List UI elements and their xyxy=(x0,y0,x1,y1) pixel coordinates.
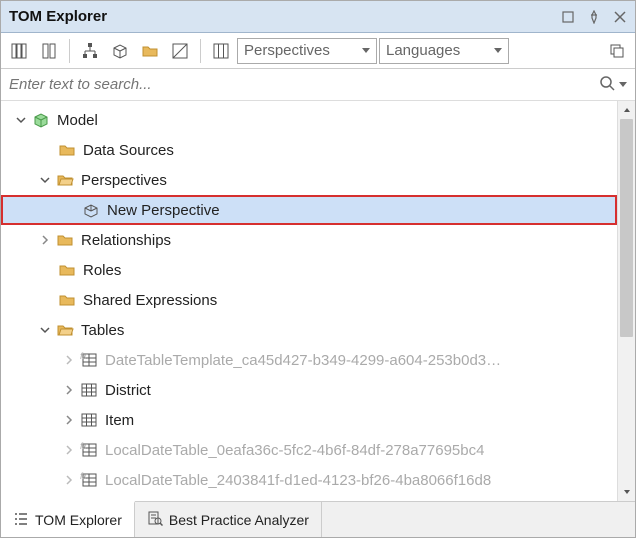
tree-label: District xyxy=(105,382,151,399)
search-bar xyxy=(1,69,635,101)
expander-icon[interactable] xyxy=(61,442,77,458)
tree-label: Data Sources xyxy=(83,142,174,159)
folder-icon xyxy=(57,290,77,310)
tree-node-table[interactable]: fx DateTableTemplate_ca45d427-b349-4299-… xyxy=(1,345,617,375)
tree-node-tables[interactable]: Tables xyxy=(1,315,617,345)
tree-node-data-sources[interactable]: Data Sources xyxy=(1,135,617,165)
chevron-down-icon[interactable] xyxy=(619,82,627,87)
toolbar-hierarchy-icon[interactable] xyxy=(76,37,104,65)
toolbar-info-icon[interactable] xyxy=(207,37,235,65)
search-input[interactable] xyxy=(9,76,599,93)
tree-label: Model xyxy=(57,112,98,129)
folder-icon xyxy=(57,140,77,160)
svg-text:fx: fx xyxy=(80,471,88,481)
scroll-down-icon[interactable] xyxy=(618,483,635,501)
chevron-down-icon xyxy=(494,48,502,53)
table-icon xyxy=(79,500,99,501)
window-close-icon[interactable] xyxy=(613,10,627,24)
toolbar-separator xyxy=(69,39,70,63)
scroll-track[interactable] xyxy=(618,119,635,483)
toolbar-hidden-icon[interactable] xyxy=(166,37,194,65)
tab-label: TOM Explorer xyxy=(35,512,122,528)
tree-node-table[interactable]: Item xyxy=(1,405,617,435)
window-float-icon[interactable] xyxy=(561,10,575,24)
analyzer-icon xyxy=(147,510,163,529)
svg-text:fx: fx xyxy=(80,351,88,361)
perspective-icon xyxy=(81,200,101,220)
calculated-table-icon: fx xyxy=(79,440,99,460)
folder-open-icon xyxy=(55,170,75,190)
tab-label: Best Practice Analyzer xyxy=(169,512,309,528)
tree-node-new-perspective[interactable]: New Perspective xyxy=(1,195,617,225)
toolbar: Perspectives Languages xyxy=(1,33,635,69)
title-bar: TOM Explorer xyxy=(1,1,635,33)
model-icon xyxy=(31,110,51,130)
expander-icon[interactable] xyxy=(61,472,77,488)
expander-icon[interactable] xyxy=(61,352,77,368)
window-title: TOM Explorer xyxy=(9,8,561,25)
tree-node-table[interactable]: fx LocalDateTable_2403841f-d1ed-4123-bf2… xyxy=(1,465,617,495)
languages-dropdown-label: Languages xyxy=(386,42,488,59)
svg-text:fx: fx xyxy=(80,441,88,451)
languages-dropdown[interactable]: Languages xyxy=(379,38,509,64)
tree-node-table[interactable]: District xyxy=(1,375,617,405)
toolbar-copy-icon[interactable] xyxy=(603,37,631,65)
tree-node-relationships[interactable]: Relationships xyxy=(1,225,617,255)
expander-icon[interactable] xyxy=(61,382,77,398)
toolbar-columns-icon[interactable] xyxy=(35,37,63,65)
toolbar-measures-icon[interactable] xyxy=(5,37,33,65)
chevron-down-icon xyxy=(362,48,370,53)
tab-best-practice-analyzer[interactable]: Best Practice Analyzer xyxy=(135,502,322,537)
tree-node-shared-expressions[interactable]: Shared Expressions xyxy=(1,285,617,315)
perspectives-dropdown-label: Perspectives xyxy=(244,42,356,59)
tree-label: Relationships xyxy=(81,232,171,249)
tree-label: LocalDateTable_0eafa36c-5fc2-4b6f-84df-2… xyxy=(105,442,484,459)
expander-icon[interactable] xyxy=(13,112,29,128)
vertical-scrollbar[interactable] xyxy=(617,101,635,501)
search-icon[interactable] xyxy=(599,75,615,95)
expander-icon[interactable] xyxy=(37,172,53,188)
expander-icon[interactable] xyxy=(37,322,53,338)
tree-label: Shared Expressions xyxy=(83,292,217,309)
tree-label: New Perspective xyxy=(107,202,220,219)
tree-outline-icon xyxy=(13,511,29,530)
bottom-tabs: TOM Explorer Best Practice Analyzer xyxy=(1,501,635,537)
tree-label: Item xyxy=(105,412,134,429)
tree-node-table[interactable]: Sales xyxy=(1,495,617,501)
folder-icon xyxy=(57,260,77,280)
tree-node-perspectives[interactable]: Perspectives xyxy=(1,165,617,195)
tree-label: LocalDateTable_2403841f-d1ed-4123-bf26-4… xyxy=(105,472,491,489)
expander-icon[interactable] xyxy=(37,232,53,248)
toolbar-package-icon[interactable] xyxy=(106,37,134,65)
scroll-up-icon[interactable] xyxy=(618,101,635,119)
toolbar-separator xyxy=(200,39,201,63)
tab-tom-explorer[interactable]: TOM Explorer xyxy=(1,501,135,537)
tree-label: Perspectives xyxy=(81,172,167,189)
table-icon xyxy=(79,410,99,430)
tree-node-model[interactable]: Model xyxy=(1,105,617,135)
toolbar-folder-icon[interactable] xyxy=(136,37,164,65)
window-pin-icon[interactable] xyxy=(587,10,601,24)
scroll-thumb[interactable] xyxy=(620,119,633,337)
calculated-table-icon: fx xyxy=(79,350,99,370)
calculated-table-icon: fx xyxy=(79,470,99,490)
tree-view[interactable]: Model Data Sources Perspectives New Pers… xyxy=(1,101,617,501)
tree-label: Tables xyxy=(81,322,124,339)
expander-icon[interactable] xyxy=(61,412,77,428)
folder-open-icon xyxy=(55,320,75,340)
folder-icon xyxy=(55,230,75,250)
perspectives-dropdown[interactable]: Perspectives xyxy=(237,38,377,64)
tree-label: Roles xyxy=(83,262,121,279)
table-icon xyxy=(79,380,99,400)
tree-label: DateTableTemplate_ca45d427-b349-4299-a60… xyxy=(105,352,501,369)
tree-node-table[interactable]: fx LocalDateTable_0eafa36c-5fc2-4b6f-84d… xyxy=(1,435,617,465)
tree-node-roles[interactable]: Roles xyxy=(1,255,617,285)
